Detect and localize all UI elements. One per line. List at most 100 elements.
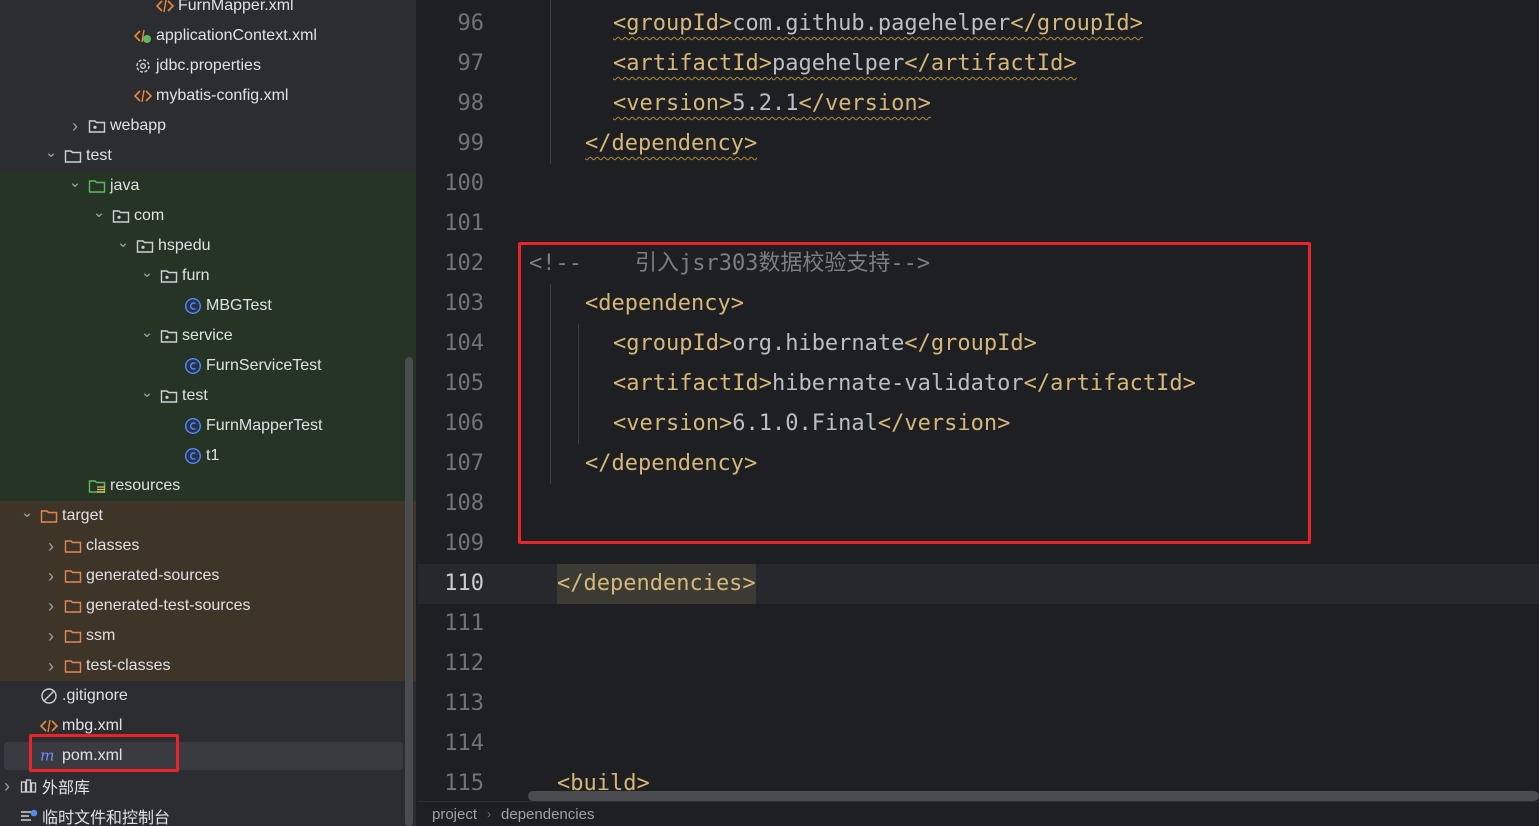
library-icon bbox=[20, 777, 38, 795]
tree-item-label: test bbox=[86, 147, 112, 164]
code-line-97: <artifactId>pagehelper</artifactId> bbox=[418, 44, 1539, 84]
chevron-down-icon[interactable]: ⌄ bbox=[116, 233, 130, 251]
tree-item[interactable]: › generated-sources bbox=[0, 561, 418, 591]
chevron-right-icon[interactable]: › bbox=[44, 626, 58, 647]
package-folder-icon bbox=[112, 207, 130, 225]
editor-horizontal-scrollbar[interactable] bbox=[528, 791, 1539, 801]
breadcrumb: project › dependencies bbox=[418, 801, 1539, 826]
chevron-right-icon[interactable]: › bbox=[68, 116, 82, 137]
tree-item-label: MBGTest bbox=[206, 297, 272, 314]
tree-item[interactable]: › webapp bbox=[0, 111, 418, 141]
tree-item[interactable]: ⌄ java bbox=[0, 171, 418, 201]
tree-item[interactable]: ›临时文件和控制台 bbox=[0, 801, 418, 826]
tree-item[interactable]: ⌄ furn bbox=[0, 261, 418, 291]
package-folder-icon bbox=[136, 237, 154, 255]
dependency-highlight-box bbox=[518, 242, 1311, 544]
class-icon bbox=[184, 297, 202, 315]
tree-item[interactable]: ⌄ target bbox=[0, 501, 418, 531]
tree-item[interactable]: ⌄ hspedu bbox=[0, 231, 418, 261]
code-line-96: <groupId>com.github.pagehelper</groupId> bbox=[418, 4, 1539, 44]
tree-item-label: 临时文件和控制台 bbox=[42, 810, 171, 826]
chevron-down-icon[interactable]: ⌄ bbox=[140, 263, 154, 281]
tree-item-label: java bbox=[110, 177, 140, 194]
chevron-down-icon[interactable]: ⌄ bbox=[92, 203, 106, 221]
tree-item-label: jdbc.properties bbox=[156, 57, 261, 74]
chevron-down-icon[interactable]: ⌄ bbox=[140, 383, 154, 401]
package-folder-icon bbox=[88, 117, 106, 135]
tree-item[interactable]: ›t1 bbox=[0, 441, 418, 471]
chevron-right-icon[interactable]: › bbox=[44, 656, 58, 677]
tree-item-label: test bbox=[182, 387, 208, 404]
tree-item[interactable]: › classes bbox=[0, 531, 418, 561]
chevron-right-icon[interactable]: › bbox=[44, 566, 58, 587]
green-folder-icon bbox=[88, 177, 106, 195]
tree-item-label: FurnMapperTest bbox=[206, 417, 323, 434]
tree-item[interactable]: ⌄ service bbox=[0, 321, 418, 351]
tree-item-label: resources bbox=[110, 477, 181, 494]
tree-item[interactable]: ⌄ test bbox=[0, 141, 418, 171]
line-number: 113 bbox=[444, 691, 484, 716]
code-line-98: <version>5.2.1</version> bbox=[418, 84, 1539, 124]
orange-folder-icon bbox=[64, 597, 82, 615]
resources-folder-icon bbox=[88, 477, 106, 495]
chevron-right-icon[interactable]: › bbox=[44, 596, 58, 617]
spring-xml-icon bbox=[134, 27, 152, 45]
orange-folder-icon bbox=[64, 567, 82, 585]
tree-item[interactable]: ›FurnMapper.xml bbox=[0, 0, 418, 21]
tree-item-label: webapp bbox=[110, 117, 167, 134]
tree-item-label: mbg.xml bbox=[62, 717, 123, 734]
tree-item[interactable]: ›resources bbox=[0, 471, 418, 501]
xml-tag: </version> bbox=[798, 91, 931, 116]
tree-item-label: FurnServiceTest bbox=[206, 357, 322, 374]
tree-item[interactable]: ›MBGTest bbox=[0, 291, 418, 321]
tree-item-label: .gitignore bbox=[62, 687, 128, 704]
package-folder-icon bbox=[160, 267, 178, 285]
tree-item-label: 外部库 bbox=[42, 780, 91, 797]
chevron-right-icon: › bbox=[487, 807, 492, 821]
orange-folder-icon bbox=[40, 507, 58, 525]
chevron-right-icon[interactable]: › bbox=[0, 776, 14, 797]
code-line-99: </dependency> bbox=[418, 124, 1539, 164]
breadcrumb-item-project[interactable]: project bbox=[432, 806, 477, 823]
tree-item[interactable]: › generated-test-sources bbox=[0, 591, 418, 621]
chevron-down-icon[interactable]: ⌄ bbox=[20, 503, 34, 521]
tree-item[interactable]: ›FurnServiceTest bbox=[0, 351, 418, 381]
class-icon bbox=[184, 357, 202, 375]
tree-item[interactable]: › ssm bbox=[0, 621, 418, 651]
tree-item[interactable]: › 外部库 bbox=[0, 771, 418, 801]
xml-text: 5.2.1 bbox=[732, 91, 799, 116]
package-folder-icon bbox=[160, 327, 178, 345]
ignore-icon bbox=[40, 687, 58, 705]
xml-tag: </artifactId> bbox=[904, 51, 1077, 76]
tree-item[interactable]: ›FurnMapperTest bbox=[0, 411, 418, 441]
tree-item-label: applicationContext.xml bbox=[156, 27, 317, 44]
tree-item[interactable]: ⌄ test bbox=[0, 381, 418, 411]
xml-icon bbox=[134, 87, 152, 105]
pom-highlight-box bbox=[29, 734, 179, 772]
chevron-down-icon[interactable]: ⌄ bbox=[140, 323, 154, 341]
xml-icon bbox=[156, 0, 174, 15]
tree-item[interactable]: › test-classes bbox=[0, 651, 418, 681]
xml-text: com.github.pagehelper bbox=[732, 11, 1011, 36]
xml-tag: </dependencies> bbox=[557, 564, 756, 604]
tree-item[interactable]: ›jdbc.properties bbox=[0, 51, 418, 81]
tree-item[interactable]: ›applicationContext.xml bbox=[0, 21, 418, 51]
tree-item[interactable]: ›.gitignore bbox=[0, 681, 418, 711]
tree-item-label: ssm bbox=[86, 627, 116, 644]
orange-folder-icon bbox=[64, 537, 82, 555]
xml-tag: </dependency> bbox=[585, 131, 758, 156]
xml-tag: <version> bbox=[613, 91, 733, 116]
tree-item[interactable]: ⌄ com bbox=[0, 201, 418, 231]
tree-item-label: mybatis-config.xml bbox=[156, 87, 289, 104]
tree-item-label: service bbox=[182, 327, 233, 344]
chevron-right-icon[interactable]: › bbox=[44, 536, 58, 557]
tree-scrollbar[interactable] bbox=[405, 357, 413, 826]
tree-item[interactable]: ›mybatis-config.xml bbox=[0, 81, 418, 111]
chevron-down-icon[interactable]: ⌄ bbox=[68, 173, 82, 191]
tree-item-label: furn bbox=[182, 267, 210, 284]
breadcrumb-item-dependencies[interactable]: dependencies bbox=[501, 806, 594, 823]
xml-icon bbox=[40, 717, 58, 735]
tree-item-label: com bbox=[134, 207, 165, 224]
xml-tag: <groupId> bbox=[613, 11, 733, 36]
chevron-down-icon[interactable]: ⌄ bbox=[44, 143, 58, 161]
